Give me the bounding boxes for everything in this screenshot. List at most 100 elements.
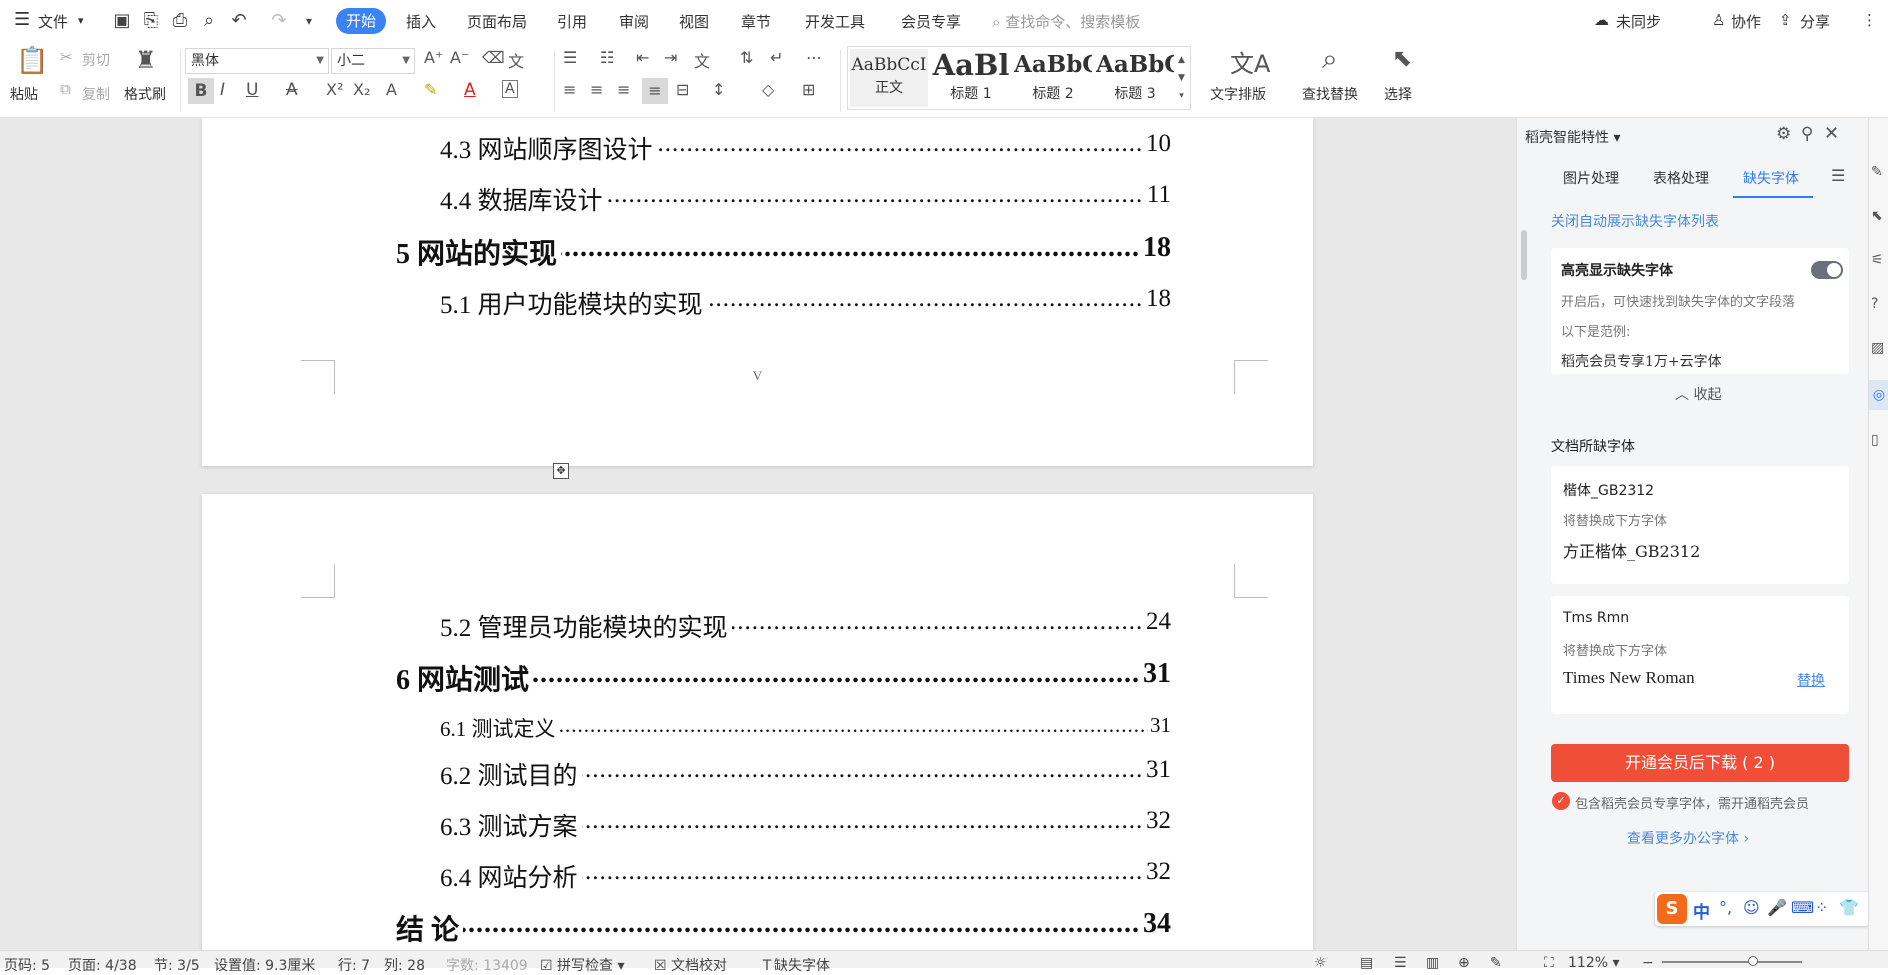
format-painter-button[interactable]: 格式刷 [124,84,166,104]
collapse-button[interactable]: ︿ 收起 [1675,384,1721,404]
paste-button[interactable]: 粘贴 [10,84,38,104]
cursor-icon[interactable]: ⬉ [1871,208,1883,224]
outline-view-icon[interactable]: ☰ [1394,955,1407,971]
strikethrough-icon[interactable]: A [286,80,298,100]
bullet-list-icon[interactable]: ☰ [563,48,577,67]
toc-entry[interactable]: ........................................… [440,756,1171,792]
line-spacing-icon[interactable]: ↕ [712,80,725,99]
settings-icon[interactable]: ⚙ [1776,124,1791,144]
export-pdf-icon[interactable]: ⎘ [140,10,162,32]
toc-entry[interactable]: ........................................… [396,908,1171,948]
toc-entry[interactable]: ........................................… [440,285,1171,321]
font-name-select[interactable]: 黑体 ▼ [185,48,329,74]
document-canvas[interactable]: ........................................… [0,118,1516,950]
fit-page-icon[interactable]: ⛶ [1544,955,1554,971]
table-move-handle-icon[interactable]: ✥ [553,463,569,479]
sort-icon[interactable]: ⇅ [740,48,753,67]
zoom-out-icon[interactable]: − [1642,955,1654,971]
status-section[interactable]: 节: 3/5 [154,955,200,975]
sync-status[interactable]: 未同步 [1616,11,1661,32]
style-heading-3[interactable]: AaBbC 标题 3 [1096,49,1174,107]
collab-icon[interactable]: ♙ [1712,11,1725,29]
text-layout-button[interactable]: 文字排版 [1210,84,1266,104]
distributed-align-icon[interactable]: ⊟ [676,80,689,99]
missing-font-status[interactable]: Ｔ缺失字体 [760,955,830,975]
pin-icon[interactable]: ⚲ [1801,124,1813,144]
chinese-layout-icon[interactable]: 文 [694,48,710,72]
redo-icon[interactable]: ↷ [268,10,290,32]
download-button[interactable]: 开通会员后下载 ( 2 ) [1551,744,1849,782]
panel-menu-icon[interactable]: ☰ [1831,166,1845,185]
toc-entry[interactable]: ........................................… [440,608,1171,644]
cut-button[interactable]: 剪切 [82,50,110,70]
tab-image-processing[interactable]: 图片处理 [1563,168,1619,188]
tab-start[interactable]: 开始 [336,8,386,34]
select-button[interactable]: 选择 [1384,84,1412,104]
subscript-icon[interactable]: X₂ [353,80,370,99]
status-page-count[interactable]: 页面: 4/38 [68,955,137,975]
style-scroll-icon[interactable]: ▲ ▼ ▾ [1178,51,1185,105]
tab-developer[interactable]: 开发工具 [805,11,865,32]
find-replace-button[interactable]: 查找替换 [1302,84,1358,104]
draw-icon[interactable]: ✎ [1490,955,1502,971]
doc-check-button[interactable]: ☒ 文档校对 [654,955,727,975]
grow-font-icon[interactable]: A⁺ [424,48,443,67]
find-replace-icon[interactable]: ⌕ [1322,42,1338,76]
print-icon[interactable]: ⎙ [169,10,191,32]
clear-format-icon[interactable]: ⌫ [482,48,505,67]
save-icon[interactable]: ▣ [111,10,133,32]
web-view-icon[interactable]: ⊕ [1458,955,1470,971]
zoom-slider[interactable] [1662,956,1802,966]
zoom-slider-thumb[interactable] [1748,956,1758,966]
text-effect-icon[interactable]: A [386,80,397,99]
show-marks-icon[interactable]: ↵ [770,48,783,67]
tab-chapter[interactable]: 章节 [741,11,771,32]
print-preview-icon[interactable]: ⌕ [198,10,220,32]
reading-view-icon[interactable]: ▥ [1426,955,1439,971]
borders-icon[interactable]: ⊞ [802,80,815,99]
underline-icon[interactable]: U [246,80,258,100]
replace-link[interactable]: 替换 [1797,670,1825,690]
font-color-icon[interactable]: A [464,80,476,100]
status-word-count[interactable]: 字数: 13409 [446,955,528,975]
status-setting[interactable]: 设置值: 9.3厘米 [214,955,315,975]
copy-icon[interactable]: ⧉ [60,80,71,98]
command-search[interactable]: ⌕ 查找命令、搜索模板 [992,11,1140,32]
toc-entry[interactable]: ........................................… [396,232,1171,272]
image-icon[interactable]: ▨ [1871,340,1884,356]
close-icon[interactable]: ✕ [1824,123,1839,144]
page-view-icon[interactable]: ▤ [1360,955,1373,971]
style-heading-1[interactable]: AaBl 标题 1 [932,49,1010,107]
highlight-toggle[interactable] [1811,261,1843,279]
toc-entry[interactable]: ........................................… [440,181,1171,217]
toc-entry[interactable]: ........................................… [440,807,1171,843]
char-border-icon[interactable]: A [502,80,518,98]
style-normal[interactable]: AaBbCcI 正文 [850,49,928,107]
paste-icon[interactable]: 📋 [16,46,48,76]
smart-icon[interactable]: ◎ [1869,380,1888,410]
text-layout-icon[interactable]: 文A [1230,44,1270,79]
shading-icon[interactable]: ◇ [762,80,774,99]
edit-icon[interactable]: ✎ [1871,164,1883,180]
increase-indent-icon[interactable]: ⇥ [664,48,677,67]
status-page-code[interactable]: 页码: 5 [4,955,50,975]
adjust-icon[interactable]: ⚟ [1871,252,1884,268]
tab-table-processing[interactable]: 表格处理 [1653,168,1709,188]
align-right-icon[interactable]: ≡ [617,80,630,99]
align-center-icon[interactable]: ≡ [590,80,603,99]
numbered-list-icon[interactable]: ☷ [600,48,614,67]
style-heading-2[interactable]: AaBbC 标题 2 [1014,49,1092,107]
bold-icon[interactable]: B [188,78,214,104]
scissors-icon[interactable]: ✂ [60,48,73,66]
toc-entry[interactable]: ........................................… [440,858,1171,894]
toc-entry[interactable]: ........................................… [440,130,1171,166]
tab-page-layout[interactable]: 页面布局 [467,11,527,32]
align-justify-icon[interactable]: ≡ [642,78,668,104]
toc-entry[interactable]: ........................................… [396,658,1171,698]
superscript-icon[interactable]: X² [326,80,343,99]
ime-toolbar[interactable]: S 中 °, ☺ 🎤 ⌨ ⁘ 👕 [1655,892,1869,926]
more-icon[interactable]: ⋮ [1862,11,1877,29]
highlight-color-icon[interactable]: ✎ [424,80,437,99]
zoom-level[interactable]: 112% ▾ [1568,955,1620,971]
shrink-font-icon[interactable]: A⁻ [450,48,469,67]
